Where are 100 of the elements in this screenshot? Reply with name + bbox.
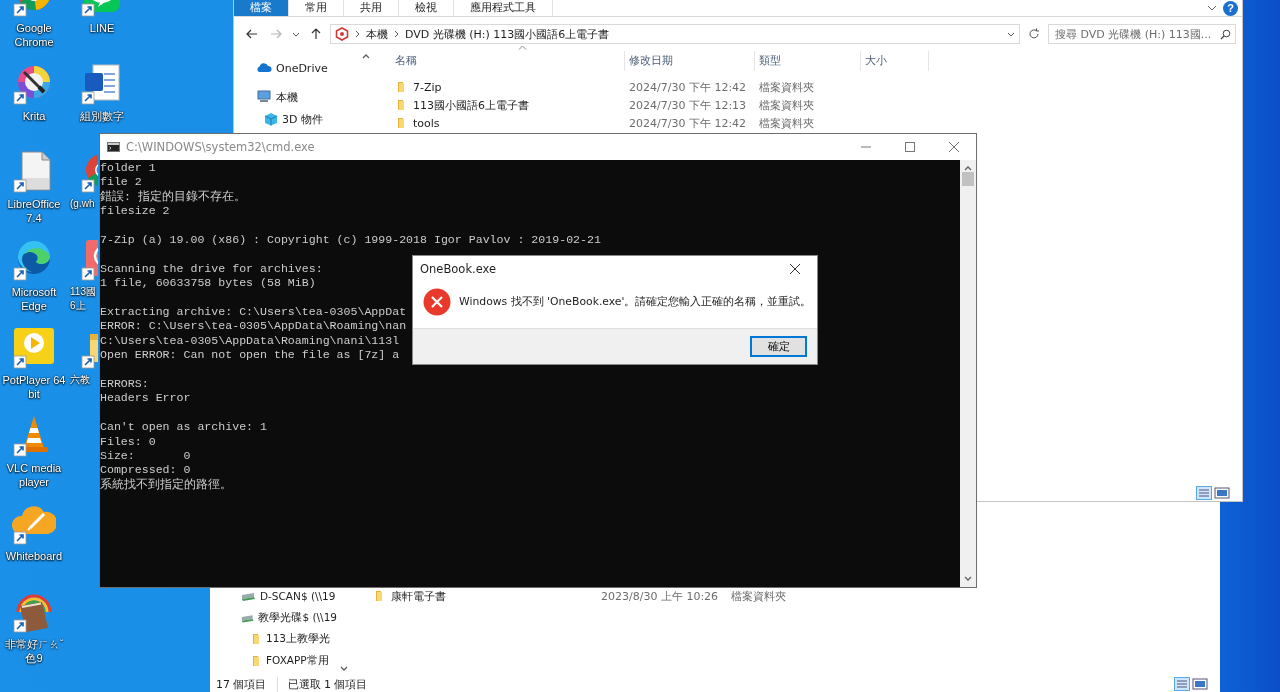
nav-item-label: 教學光碟$ (\\19	[258, 610, 337, 625]
console-line: Can't open as archive: 1	[100, 420, 267, 435]
file-row[interactable]: tools 2024/7/30 下午 12:42 檔案資料夾	[391, 114, 1242, 132]
column-header[interactable]: 修改日期	[625, 51, 755, 71]
cube-icon	[264, 112, 278, 126]
close-icon[interactable]	[790, 264, 800, 274]
ribbon-tab[interactable]: 檢視	[399, 0, 454, 16]
breadcrumb[interactable]: 本機	[366, 26, 388, 42]
ok-button[interactable]: 確定	[750, 336, 807, 357]
nav-item[interactable]: 3D 物件	[234, 108, 359, 130]
file-type: 檔案資料夾	[759, 98, 814, 112]
console-line: Compressed: 0	[100, 463, 191, 478]
dialog-title: OneBook.exe	[420, 262, 498, 276]
nav-item[interactable]: OneDrive	[234, 57, 359, 79]
nav-item[interactable]: 教學光碟$ (\\19	[210, 610, 337, 625]
file-date: 2024/7/30 下午 12:42	[629, 80, 747, 94]
file-type: 檔案資料夾	[759, 116, 814, 130]
search-icon[interactable]	[1220, 28, 1231, 40]
file-name: tools	[413, 116, 440, 130]
window-title: C:\WINDOWS\system32\cmd.exe	[126, 140, 316, 154]
console-line: filesize 2	[100, 204, 170, 219]
cloud-icon	[256, 62, 272, 74]
ribbon-tab[interactable]: 檔案	[234, 0, 289, 16]
console-line: folder 1	[100, 161, 156, 176]
chevron-down-icon[interactable]	[1207, 5, 1217, 11]
console-line: Size: 0	[100, 449, 191, 464]
folder-icon	[250, 633, 262, 645]
file-name: 康軒電子書	[391, 588, 446, 604]
back-arrow-icon[interactable]	[246, 29, 258, 39]
computer-icon	[256, 90, 272, 104]
console-line: 系統找不到指定的路徑。	[100, 477, 232, 493]
nav-item[interactable]: D-SCAN$ (\\19	[210, 589, 337, 603]
up-arrow-icon[interactable]	[311, 28, 321, 40]
file-type: 檔案資料夾	[731, 589, 786, 603]
file-row[interactable]: 113國小國語6上電子書 2024/7/30 下午 12:13 檔案資料夾	[391, 96, 1242, 114]
file-row[interactable]: 7-Zip 2024/7/30 下午 12:42 檔案資料夾	[391, 78, 1242, 96]
console-icon	[107, 142, 120, 152]
error-message: Windows 找不到 'OneBook.exe'。請確定您輸入正確的名稱，並重試。	[459, 295, 812, 309]
file-date: 2024/7/30 下午 12:13	[629, 98, 747, 112]
help-button[interactable]: ?	[1223, 0, 1238, 16]
scroll-up-icon[interactable]	[362, 53, 370, 59]
file-row[interactable]: 康軒電子書 2023/8/30 上午 10:26 檔案資料夾	[369, 589, 1220, 603]
console-line: Headers Error	[100, 391, 191, 406]
file-name: 7-Zip	[413, 80, 442, 94]
folder-icon	[250, 654, 262, 667]
scroll-down-icon[interactable]	[340, 666, 348, 672]
dropdown-icon[interactable]	[1007, 31, 1015, 37]
nav-item[interactable]: FOXAPP常用	[210, 653, 337, 668]
chevron-right-icon	[355, 30, 360, 38]
scroll-down-icon[interactable]	[964, 576, 972, 582]
network-drive-icon	[240, 590, 256, 602]
file-type: 檔案資料夾	[759, 80, 814, 94]
console-line: Extracting archive: C:\Users\tea-0305\AppDat	[100, 305, 407, 320]
chevron-down-icon[interactable]	[292, 31, 300, 37]
console-line: Open ERROR: Can not open the file as [7z] a	[100, 348, 400, 363]
console-line: file 2	[100, 175, 142, 190]
disc-emblem-icon	[335, 27, 349, 41]
nav-item-label: FOXAPP常用	[266, 653, 329, 668]
console-line: C:\Users\tea-0305\AppData\Roaming\nani\113l	[100, 333, 400, 349]
nav-item-label: D-SCAN$ (\\19	[260, 590, 336, 602]
file-date: 2023/8/30 上午 10:26	[601, 589, 719, 603]
status-text: 已選取 1 個項目	[276, 676, 368, 692]
folder-icon	[373, 590, 385, 602]
console-line: ERROR: C:\Users\tea-0305\AppData\Roaming\nan	[100, 319, 407, 334]
folder-icon	[395, 99, 407, 111]
column-header[interactable]: 大小	[861, 51, 929, 71]
maximize-icon[interactable]	[905, 142, 915, 152]
column-header[interactable]: 名稱	[391, 51, 625, 71]
nav-item[interactable]: 113上教學光	[210, 632, 337, 646]
console-line: 1 file, 60633758 bytes (58 MiB)	[100, 276, 316, 291]
nav-item-label: 本機	[276, 89, 298, 105]
status-text: 17 個項目	[216, 676, 267, 692]
folder-icon	[395, 81, 407, 93]
search-field[interactable]: 搜尋 DVD 光碟機 (H:) 113國...	[1048, 24, 1236, 44]
console-line: Files: 0	[100, 434, 156, 450]
column-header[interactable]: 類型	[755, 51, 861, 71]
scrollbar-thumb[interactable]	[962, 172, 974, 186]
ribbon-tab[interactable]: 常用	[289, 0, 344, 16]
sort-icon	[518, 45, 527, 50]
nav-item[interactable]: 本機	[234, 86, 359, 108]
nav-item-label: 3D 物件	[282, 111, 323, 127]
file-date: 2024/7/30 下午 12:42	[629, 116, 747, 130]
chevron-right-icon	[394, 30, 399, 38]
nav-item-label: OneDrive	[276, 61, 328, 75]
ribbon-tab[interactable]: 應用程式工具	[454, 0, 553, 16]
thumbnail-view-icon[interactable]	[1192, 677, 1208, 691]
address-bar[interactable]: 本機 DVD 光碟機 (H:) 113國小國語6上電子書	[330, 24, 1020, 44]
console-line: ERRORS:	[100, 377, 149, 392]
error-icon	[423, 288, 451, 316]
play-icon[interactable]	[12, 326, 56, 370]
breadcrumb[interactable]: DVD 光碟機 (H:) 113國小國語6上電子書	[405, 26, 610, 42]
console-line: Scanning the drive for archives:	[100, 261, 323, 277]
scroll-up-icon[interactable]	[964, 165, 972, 171]
folder-icon	[395, 117, 407, 129]
nav-item-label: 113上教學光	[266, 632, 331, 646]
console-line: 錯誤: 指定的目錄不存在。	[100, 189, 246, 205]
thumbnail-view-icon[interactable]	[1214, 486, 1230, 500]
refresh-icon[interactable]	[1028, 28, 1040, 40]
console-line: 7-Zip (a) 19.00 (x86) : Copyright (c) 1999-2018 Igor Pavlov : 2019-02-21	[100, 233, 601, 248]
ribbon-tab[interactable]: 共用	[344, 0, 399, 16]
